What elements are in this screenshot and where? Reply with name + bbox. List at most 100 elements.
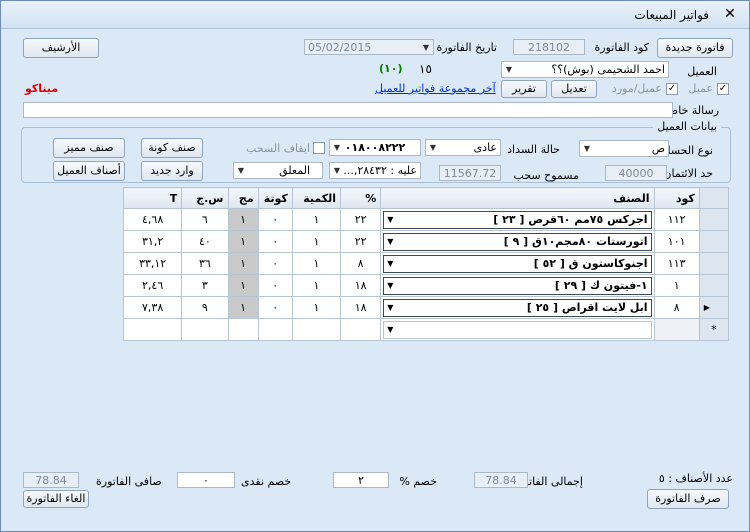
cell-qty[interactable]: ١ bbox=[291, 296, 342, 319]
cell-item[interactable]: اجركس ٧٥مم ٦٠قرص [ ٢٣ ] ▼ bbox=[380, 208, 655, 231]
chevron-down-icon[interactable]: ▼ bbox=[387, 215, 393, 224]
cell-item[interactable]: ١-فيتون ك [ ٢٩ ] ▼ bbox=[380, 274, 655, 297]
item-combo[interactable]: ▼ bbox=[383, 320, 652, 339]
chevron-down-icon[interactable]: ▼ bbox=[330, 140, 344, 155]
cell-qty[interactable]: ١ bbox=[291, 252, 342, 275]
col-item[interactable]: الصنف bbox=[380, 187, 655, 209]
table-row[interactable]: ٤,٦٨ ٦ ١ ٠ ١ ٢٢ اجركس ٧٥مم ٦٠قرص [ ٢٣ ] ▼ ١١٢ bbox=[122, 208, 730, 231]
cell-mj[interactable]: ١ bbox=[227, 296, 259, 319]
coupon-class-button[interactable]: صنف كونة bbox=[141, 138, 203, 158]
table-row[interactable]: ٣١,٢ ٤٠ ١ ٠ ١ ٢٢ اتورستات ٨٠مجم١٠ق [ ٩ ] ▼ ١٠١ bbox=[122, 230, 730, 253]
col-total[interactable]: T bbox=[122, 187, 183, 209]
cell-item[interactable]: اجنوكاستون ق [ ٥٢ ] ▼ bbox=[380, 252, 655, 275]
archive-button[interactable]: الأرشيف bbox=[23, 38, 99, 58]
cell-code[interactable]: ١١٢ bbox=[653, 208, 700, 231]
cell-kota[interactable]: ٠ bbox=[257, 252, 293, 275]
chevron-down-icon[interactable]: ▼ bbox=[387, 237, 393, 246]
customer-combo[interactable]: احمد الشحيمى (بوش)؟؟ ▼ bbox=[501, 61, 669, 78]
cell-total[interactable]: ٢,٤٦ bbox=[122, 274, 183, 297]
chevron-down-icon[interactable]: ▼ bbox=[580, 141, 594, 156]
col-mj[interactable]: مج bbox=[227, 187, 259, 209]
cell-kota[interactable]: ٠ bbox=[257, 274, 293, 297]
table-row[interactable]: ٣٣,١٢ ٣٦ ١ ٠ ١ ٨ اجنوكاستون ق [ ٥٢ ] ▼ ١١٣ bbox=[122, 252, 730, 275]
cell-qty[interactable]: ١ bbox=[291, 274, 342, 297]
col-price[interactable]: س.ج bbox=[181, 187, 229, 209]
cancel-invoice-button[interactable]: الغاء الفاتورة bbox=[23, 490, 89, 508]
payment-status-combo[interactable]: عادى ▼ bbox=[425, 139, 501, 156]
cell-mj[interactable] bbox=[227, 318, 259, 341]
table-row[interactable]: ٢,٤٦ ٣ ١ ٠ ١ ١٨ ١-فيتون ك [ ٢٩ ] ▼ ١ bbox=[122, 274, 730, 297]
stop-withdraw-checkbox[interactable] bbox=[313, 142, 325, 154]
close-icon[interactable]: ✕ bbox=[721, 5, 739, 23]
cell-percent[interactable]: ٢٢ bbox=[340, 208, 382, 231]
row-header[interactable] bbox=[698, 208, 730, 231]
cell-price[interactable]: ٤٠ bbox=[181, 230, 229, 253]
balance-combo[interactable]: عليه : ٢٨٤٣٢,... ▼ bbox=[329, 162, 421, 179]
cell-percent[interactable] bbox=[340, 318, 382, 341]
item-combo[interactable]: ابل لايت اقراص [ ٢٥ ] ▼ bbox=[383, 298, 652, 317]
cell-mj[interactable]: ١ bbox=[227, 230, 259, 253]
new-row-marker[interactable]: * bbox=[698, 318, 730, 341]
hold-combo[interactable]: المعلق ▼ bbox=[233, 162, 323, 179]
cell-total[interactable] bbox=[122, 318, 183, 341]
cell-percent[interactable]: ٢٢ bbox=[340, 230, 382, 253]
row-header[interactable] bbox=[698, 230, 730, 253]
item-combo[interactable]: اجنوكاستون ق [ ٥٢ ] ▼ bbox=[383, 254, 652, 273]
chevron-down-icon[interactable]: ▼ bbox=[387, 281, 393, 290]
col-percent[interactable]: % bbox=[340, 187, 382, 209]
table-row[interactable]: ٧,٣٨ ٩ ١ ٠ ١ ١٨ ابل لايت اقراص [ ٢٥ ] ▼ ٨ ▶ bbox=[122, 296, 730, 319]
cell-percent[interactable]: ١٨ bbox=[340, 296, 382, 319]
cell-kota[interactable]: ٠ bbox=[257, 208, 293, 231]
chevron-down-icon[interactable]: ▼ bbox=[419, 40, 433, 54]
chevron-down-icon[interactable]: ▼ bbox=[502, 62, 516, 77]
cell-qty[interactable]: ١ bbox=[291, 208, 342, 231]
cell-percent[interactable]: ١٨ bbox=[340, 274, 382, 297]
col-qty[interactable]: الكمية bbox=[291, 187, 342, 209]
chevron-down-icon[interactable]: ▼ bbox=[234, 163, 248, 178]
cell-item[interactable]: ابل لايت اقراص [ ٢٥ ] ▼ bbox=[380, 296, 655, 319]
chevron-down-icon[interactable]: ▼ bbox=[426, 140, 440, 155]
item-combo[interactable]: ١-فيتون ك [ ٢٩ ] ▼ bbox=[383, 276, 652, 295]
cell-kota[interactable]: ٠ bbox=[257, 230, 293, 253]
new-invoice-button[interactable]: فاتورة جديدة bbox=[657, 38, 733, 58]
cell-price[interactable]: ٩ bbox=[181, 296, 229, 319]
customer-supplier-checkbox[interactable]: ✓ bbox=[666, 83, 678, 95]
cell-total[interactable]: ٧,٣٨ bbox=[122, 296, 183, 319]
account-type-combo[interactable]: ص ▼ bbox=[579, 140, 669, 157]
cell-price[interactable]: ٦ bbox=[181, 208, 229, 231]
cell-kota[interactable]: ٠ bbox=[257, 296, 293, 319]
cell-code[interactable] bbox=[653, 318, 700, 341]
col-code[interactable]: كود bbox=[653, 187, 700, 209]
row-header[interactable] bbox=[698, 274, 730, 297]
cell-code[interactable]: ١١٣ bbox=[653, 252, 700, 275]
cell-price[interactable]: ٣٦ bbox=[181, 252, 229, 275]
col-kota[interactable]: كوتة bbox=[257, 187, 293, 209]
cell-total[interactable]: ٤,٦٨ bbox=[122, 208, 183, 231]
customer-checkbox[interactable]: ✓ bbox=[717, 83, 729, 95]
customer-classes-button[interactable]: أصناف العميل bbox=[53, 161, 125, 181]
report-button[interactable]: تقرير bbox=[501, 80, 547, 98]
invoice-date-field[interactable]: 05/02/2015 ▼ bbox=[304, 39, 434, 55]
new-arrival-button[interactable]: وارد جديد bbox=[141, 161, 203, 181]
row-header[interactable]: ▶ bbox=[698, 296, 730, 319]
chevron-down-icon[interactable]: ▼ bbox=[387, 325, 393, 334]
cell-item[interactable]: اتورستات ٨٠مجم١٠ق [ ٩ ] ▼ bbox=[380, 230, 655, 253]
cell-mj[interactable]: ١ bbox=[227, 208, 259, 231]
cell-code[interactable]: ١٠١ bbox=[653, 230, 700, 253]
title-bar[interactable]: فواتير المبيعات ✕ bbox=[1, 1, 749, 29]
cell-total[interactable]: ٣٣,١٢ bbox=[122, 252, 183, 275]
cell-code[interactable]: ٨ bbox=[653, 296, 700, 319]
item-combo[interactable]: اتورستات ٨٠مجم١٠ق [ ٩ ] ▼ bbox=[383, 232, 652, 251]
special-message-input[interactable] bbox=[23, 102, 673, 118]
cell-price[interactable] bbox=[181, 318, 229, 341]
cell-mj[interactable]: ١ bbox=[227, 252, 259, 275]
cell-qty[interactable] bbox=[291, 318, 342, 341]
cell-total[interactable]: ٣١,٢ bbox=[122, 230, 183, 253]
last-invoices-link[interactable]: آخر مجموعة فواتير للعميل bbox=[375, 82, 496, 95]
item-combo[interactable]: اجركس ٧٥مم ٦٠قرص [ ٢٣ ] ▼ bbox=[383, 210, 652, 229]
cell-percent[interactable]: ٨ bbox=[340, 252, 382, 275]
special-class-button[interactable]: صنف مميز bbox=[53, 138, 125, 158]
cash-discount-input[interactable]: ٠ bbox=[177, 472, 235, 488]
cell-price[interactable]: ٣ bbox=[181, 274, 229, 297]
cell-code[interactable]: ١ bbox=[653, 274, 700, 297]
